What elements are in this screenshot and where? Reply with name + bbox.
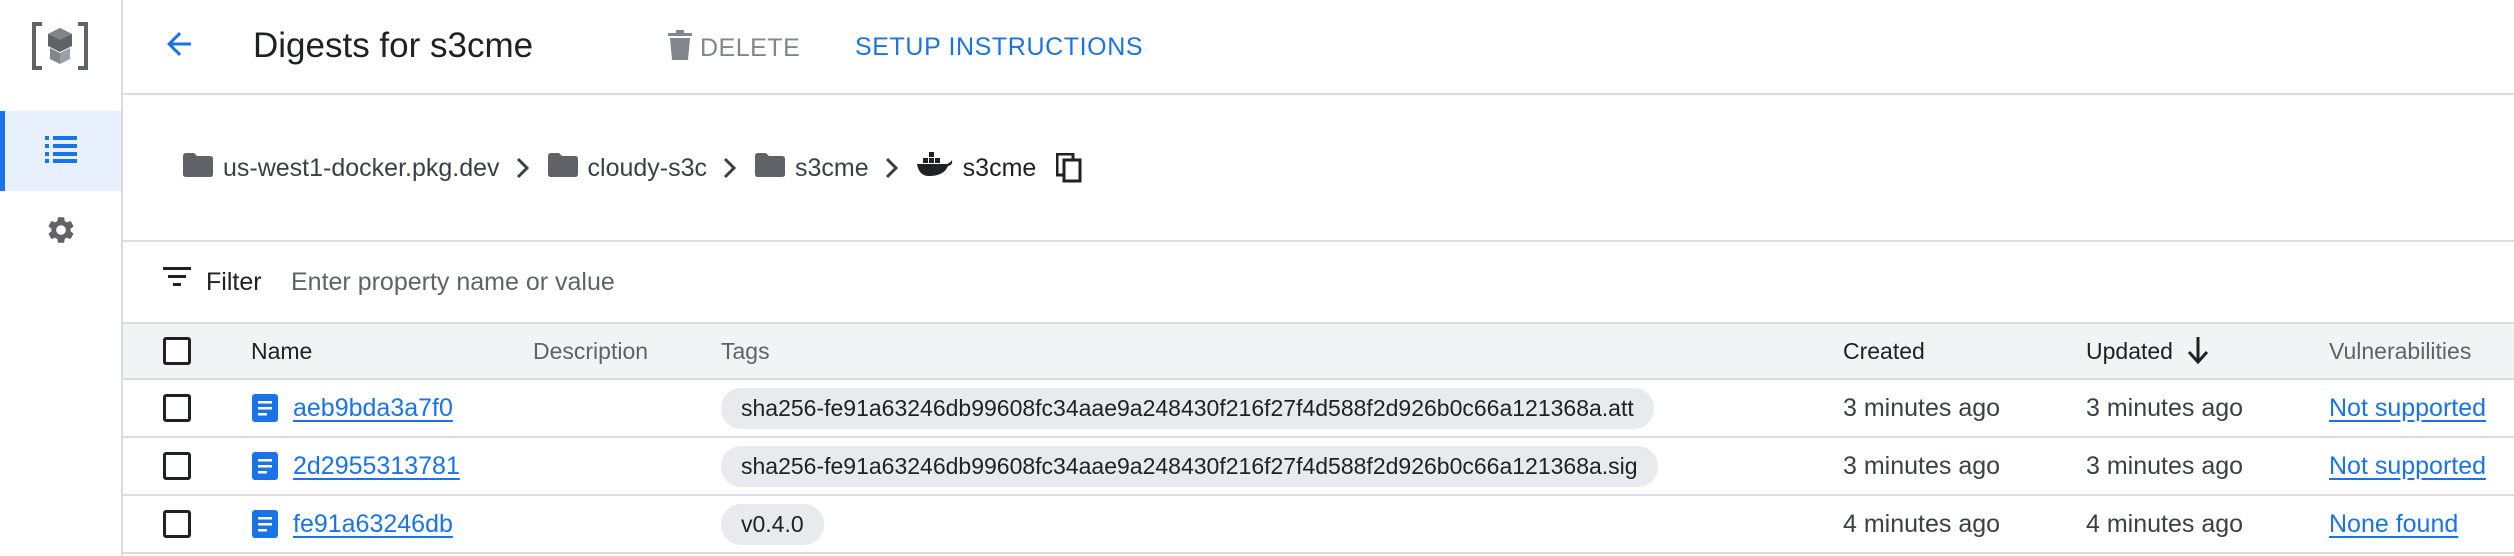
row-checkbox[interactable] — [163, 452, 191, 480]
column-header-vulnerabilities: Vulnerabilities — [2329, 337, 2472, 364]
folder-icon — [755, 152, 786, 184]
breadcrumb-label: cloudy-s3c — [587, 153, 708, 182]
column-header-updated[interactable]: Updated — [2086, 324, 2209, 378]
breadcrumb-label: s3cme — [795, 153, 869, 182]
column-header-name[interactable]: Name — [251, 324, 312, 378]
table-row: aeb9bda3a7f0 sha256-fe91a63246db99608fc3… — [123, 380, 2514, 438]
delete-button[interactable]: DELETE — [668, 30, 800, 67]
tag-chip: v0.4.0 — [721, 503, 824, 545]
gear-icon — [45, 214, 77, 251]
breadcrumb-label: us-west1-docker.pkg.dev — [223, 153, 500, 182]
filter-label: Filter — [206, 268, 262, 296]
filter-input[interactable] — [291, 260, 1191, 304]
column-header-created[interactable]: Created — [1843, 324, 1925, 378]
breadcrumb-item-repository[interactable]: s3cme — [755, 152, 869, 184]
vulnerabilities-link[interactable]: Not supported — [2329, 394, 2486, 423]
vulnerabilities-link[interactable]: Not supported — [2329, 452, 2486, 481]
created-time: 3 minutes ago — [1843, 393, 2001, 422]
chevron-right-icon — [723, 157, 737, 179]
back-button[interactable] — [157, 24, 201, 68]
setup-instructions-button[interactable]: SETUP INSTRUCTIONS — [855, 33, 1143, 62]
created-time: 3 minutes ago — [1843, 451, 2001, 480]
docker-icon — [916, 151, 953, 185]
row-checkbox[interactable] — [163, 510, 191, 538]
digest-name-link[interactable]: aeb9bda3a7f0 — [251, 393, 453, 423]
updated-time: 4 minutes ago — [2086, 509, 2244, 538]
row-checkbox[interactable] — [163, 394, 191, 422]
created-time: 4 minutes ago — [1843, 509, 2001, 538]
trash-icon — [668, 30, 692, 67]
rail-item-list[interactable] — [0, 111, 121, 191]
updated-time: 3 minutes ago — [2086, 393, 2244, 422]
rail-item-settings[interactable] — [0, 192, 121, 272]
digest-name-link[interactable]: 2d2955313781 — [251, 451, 460, 481]
document-icon — [251, 393, 279, 423]
digest-name: aeb9bda3a7f0 — [293, 393, 453, 422]
breadcrumb-item-project[interactable]: cloudy-s3c — [547, 152, 708, 184]
arrow-down-icon — [2187, 337, 2209, 365]
left-rail — [0, 0, 123, 556]
arrow-left-icon — [161, 26, 197, 67]
document-icon — [251, 451, 279, 481]
filter-bar: Filter — [123, 242, 2514, 322]
column-header-updated-label: Updated — [2086, 337, 2173, 364]
copy-icon[interactable] — [1056, 153, 1082, 183]
table-row: 2d2955313781 sha256-fe91a63246db99608fc3… — [123, 438, 2514, 496]
chevron-right-icon — [516, 157, 530, 179]
document-icon — [251, 509, 279, 539]
column-header-description: Description — [533, 337, 649, 364]
breadcrumb-item-image: s3cme — [916, 151, 1037, 185]
folder-icon — [183, 152, 213, 184]
delete-label: DELETE — [700, 34, 801, 62]
table-row: fe91a63246db v0.4.0 4 minutes ago 4 minu… — [123, 496, 2514, 554]
digest-name: fe91a63246db — [293, 509, 453, 538]
tag-chip: sha256-fe91a63246db99608fc34aae9a248430f… — [721, 387, 1654, 429]
vulnerabilities-link[interactable]: None found — [2329, 510, 2458, 539]
digest-name-link[interactable]: fe91a63246db — [251, 509, 453, 539]
breadcrumb-item-location[interactable]: us-west1-docker.pkg.dev — [183, 152, 500, 184]
filter-icon — [163, 266, 191, 293]
digests-table: Name Description Tags Created Updated Vu… — [123, 322, 2514, 554]
breadcrumb-label: s3cme — [962, 153, 1037, 182]
folder-icon — [547, 152, 578, 184]
column-header-tags: Tags — [721, 337, 770, 364]
tag-chip: sha256-fe91a63246db99608fc34aae9a248430f… — [721, 445, 1658, 487]
table-header: Name Description Tags Created Updated Vu… — [123, 322, 2514, 380]
select-all-checkbox[interactable] — [163, 337, 191, 365]
page-header: Digests for s3cme DELETE SETUP INSTRUCTI… — [123, 0, 2514, 95]
digest-name: 2d2955313781 — [293, 451, 460, 480]
list-icon — [44, 135, 77, 168]
chevron-right-icon — [885, 157, 899, 179]
artifact-registry-logo-icon[interactable] — [28, 14, 92, 78]
breadcrumb: us-west1-docker.pkg.dev cloudy-s3c s3cme — [183, 148, 1082, 188]
updated-time: 3 minutes ago — [2086, 451, 2244, 480]
page-title: Digests for s3cme — [253, 26, 534, 65]
